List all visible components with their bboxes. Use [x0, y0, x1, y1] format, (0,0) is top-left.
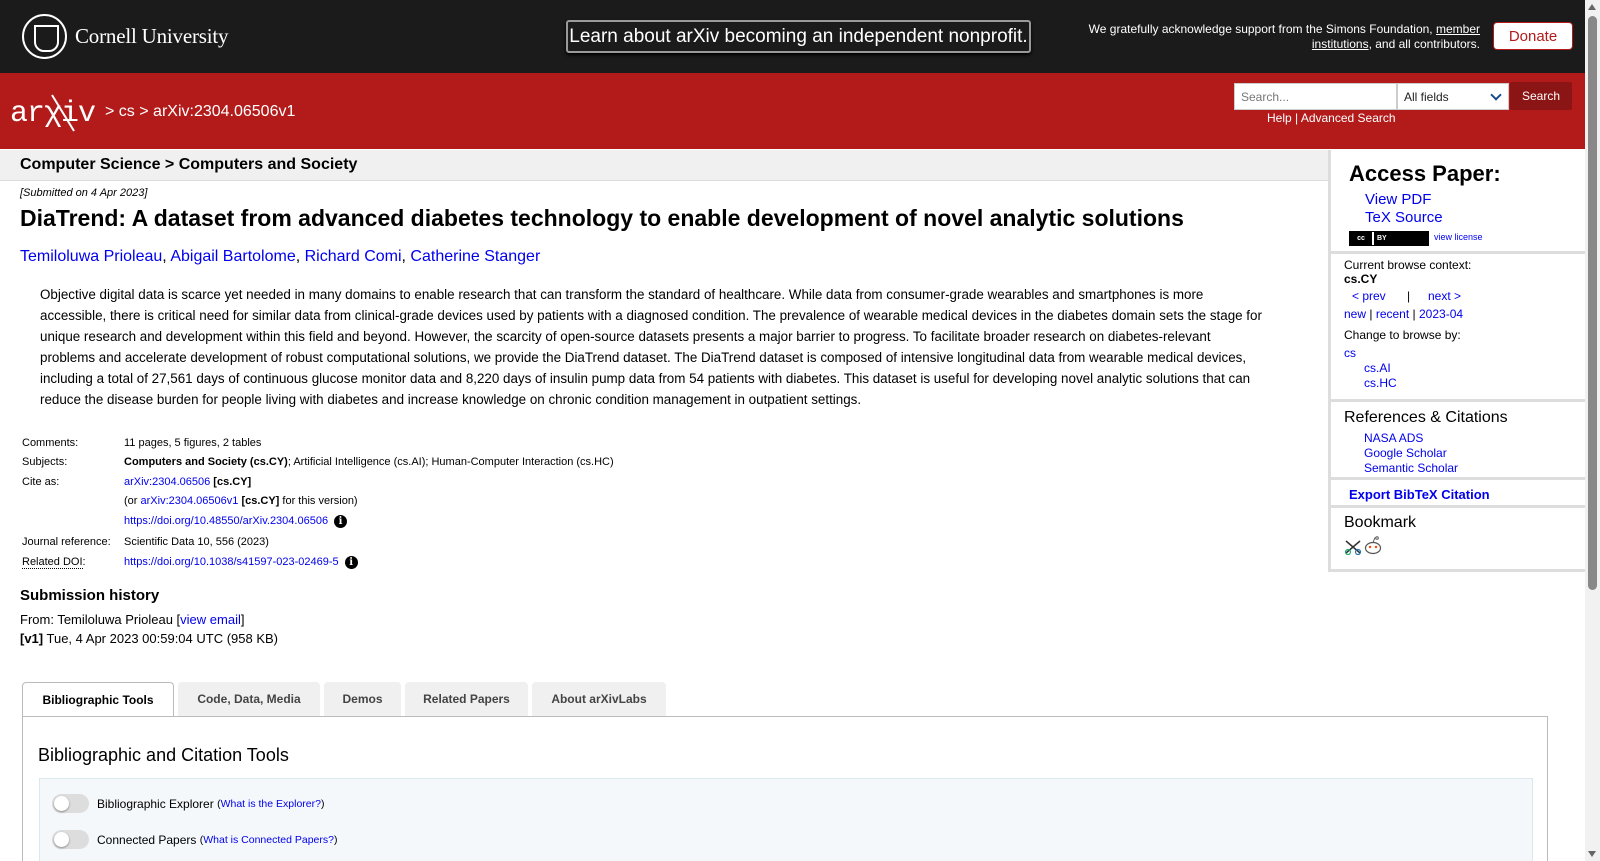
tab-related-papers[interactable]: Related Papers [405, 682, 528, 716]
access-paper-section: Access Paper: View PDF TeX Source cc BY v… [1331, 150, 1585, 254]
arxiv-header: arχiv > cs > arXiv:2304.06506v1 All fiel… [0, 73, 1585, 149]
explorer-row: Bibliographic Explorer (What is the Expl… [52, 794, 324, 813]
nonprofit-banner-button[interactable]: Learn about arXiv becoming an independen… [566, 20, 1031, 53]
references-heading: References & Citations [1344, 409, 1508, 426]
breadcrumb-paper-id: arXiv:2304.06506v1 [153, 103, 296, 120]
google-scholar-link[interactable]: Google Scholar [1364, 446, 1447, 460]
submission-history-heading: Submission history [20, 587, 160, 604]
prev-link[interactable]: < prev [1352, 289, 1386, 303]
export-section: Export BibTeX Citation [1331, 480, 1585, 508]
scroll-up-icon[interactable] [1588, 4, 1596, 10]
institution-name: Cornell University [75, 24, 229, 48]
support-text: We gratefully acknowledge support from t… [1088, 22, 1480, 51]
paper-title: DiaTrend: A dataset from advanced diabet… [20, 205, 1184, 231]
author-list: Temiloluwa Prioleau, Abigail Bartolome, … [20, 248, 541, 265]
cornell-logo[interactable]: Cornell University [22, 14, 228, 59]
subject-heading: Computer Science > Computers and Society [20, 156, 358, 173]
references-section: References & Citations NASA ADS Google S… [1331, 402, 1585, 480]
explorer-help-link[interactable]: What is the Explorer? [221, 798, 321, 810]
related-doi-link[interactable]: https://doi.org/10.1038/s41597-023-02469… [124, 556, 339, 568]
month-link[interactable]: 2023-04 [1419, 307, 1463, 321]
help-link[interactable]: Help [1267, 111, 1292, 125]
tools-box: Bibliographic Explorer (What is the Expl… [39, 778, 1533, 861]
browse-context: cs.CY [1344, 272, 1378, 286]
view-license-link[interactable]: view license [1434, 232, 1483, 242]
browse-cs-link[interactable]: cs [1344, 346, 1356, 360]
bookmark-section: Bookmark [1331, 508, 1585, 569]
arxiv-logo-icon[interactable]: arχiv [10, 91, 102, 133]
tab-demos[interactable]: Demos [324, 682, 401, 716]
author-link[interactable]: Abigail Bartolome [170, 248, 295, 265]
subject-bar: Computer Science > Computers and Society [0, 150, 1328, 181]
bibliographic-tools-panel: Bibliographic and Citation Tools Bibliog… [22, 716, 1548, 861]
tab-code-data-media[interactable]: Code, Data, Media [178, 682, 320, 716]
svg-text:arχiv: arχiv [10, 97, 95, 131]
panel-title: Bibliographic and Citation Tools [38, 745, 289, 765]
semantic-scholar-link[interactable]: Semantic Scholar [1364, 461, 1458, 475]
export-bibtex-link[interactable]: Export BibTeX Citation [1349, 487, 1490, 502]
connected-papers-toggle[interactable] [52, 830, 89, 849]
reddit-icon[interactable] [1364, 536, 1382, 555]
view-email-link[interactable]: view email [180, 612, 241, 627]
breadcrumb: > cs > arXiv:2304.06506v1 [105, 103, 296, 120]
connected-papers-help-link[interactable]: What is Connected Papers? [203, 834, 334, 846]
advanced-search-link[interactable]: Advanced Search [1301, 111, 1396, 125]
version-v1: [v1] Tue, 4 Apr 2023 00:59:04 UTC (958 K… [20, 631, 279, 646]
connected-papers-row: Connected Papers (What is Connected Pape… [52, 830, 338, 849]
search-input[interactable] [1234, 83, 1397, 110]
info-icon[interactable]: i [334, 515, 348, 528]
tex-source-link[interactable]: TeX Source [1365, 209, 1443, 226]
recent-link[interactable]: recent [1376, 307, 1409, 321]
chevron-down-icon [1490, 89, 1502, 101]
explorer-toggle[interactable] [52, 794, 89, 813]
author-link[interactable]: Temiloluwa Prioleau [20, 248, 162, 265]
doi-link[interactable]: https://doi.org/10.48550/arXiv.2304.0650… [124, 515, 328, 527]
author-link[interactable]: Richard Comi [305, 248, 402, 265]
bibsonomy-icon[interactable] [1344, 539, 1362, 555]
donate-button[interactable]: Donate [1493, 22, 1573, 50]
help-links: Help | Advanced Search [1267, 111, 1396, 125]
scroll-down-icon[interactable] [1588, 851, 1596, 857]
bookmark-heading: Bookmark [1344, 514, 1417, 531]
search-field-select[interactable]: All fields [1397, 83, 1509, 110]
abstract: Objective digital data is scarce yet nee… [40, 287, 1262, 407]
cite-id-link[interactable]: arXiv:2304.06506 [124, 476, 210, 488]
browse-context-section: Current browse context: cs.CY < prev | n… [1331, 254, 1585, 402]
tab-about-arxivlabs[interactable]: About arXivLabs [532, 682, 666, 716]
cc-by-license-icon[interactable]: cc BY [1349, 231, 1429, 246]
top-banner: Cornell University Learn about arXiv bec… [0, 0, 1585, 73]
right-sidebar: Access Paper: View PDF TeX Source cc BY v… [1328, 150, 1585, 572]
access-paper-heading: Access Paper: [1349, 161, 1501, 186]
cornell-seal-icon [22, 14, 67, 59]
browse-cs-ai-link[interactable]: cs.AI [1364, 361, 1391, 375]
scroll-thumb[interactable] [1588, 16, 1597, 590]
tab-bibliographic-tools[interactable]: Bibliographic Tools [22, 682, 174, 717]
new-link[interactable]: new [1344, 307, 1366, 321]
search-button[interactable]: Search [1510, 82, 1572, 110]
cite-version-link[interactable]: arXiv:2304.06506v1 [141, 495, 239, 507]
next-link[interactable]: next > [1428, 289, 1461, 303]
submitted-date: [Submitted on 4 Apr 2023] [20, 187, 148, 199]
view-pdf-link[interactable]: View PDF [1365, 191, 1431, 208]
page-scrollbar[interactable] [1585, 0, 1600, 861]
nasa-ads-link[interactable]: NASA ADS [1364, 431, 1423, 445]
submission-from: From: Temiloluwa Prioleau [view email] [20, 612, 245, 627]
browse-cs-hc-link[interactable]: cs.HC [1364, 376, 1397, 390]
author-link[interactable]: Catherine Stanger [410, 248, 540, 265]
info-icon[interactable]: i [344, 556, 358, 569]
breadcrumb-cs[interactable]: cs [119, 103, 135, 120]
